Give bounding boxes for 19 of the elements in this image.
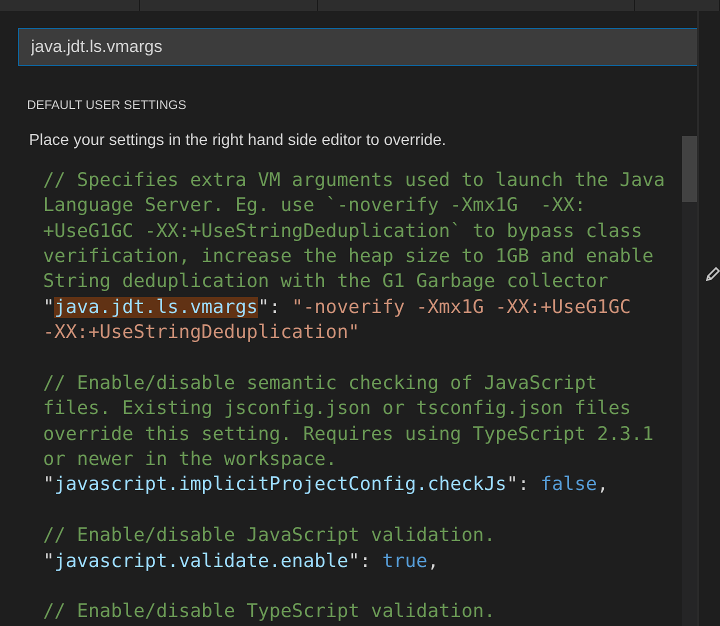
scrollbar-track[interactable] (682, 136, 697, 626)
code-comment: String deduplication with the G1 Garbage collector (43, 270, 610, 294)
code-comment: +UseG1GC -XX:+UseStringDeduplication` to bypass class (43, 220, 644, 244)
scrollbar-thumb[interactable] (682, 136, 697, 202)
code-comment: override this setting. Requires using TypeScript 2.3.1 (43, 422, 655, 447)
code-comment: // Enable/disable semantic checking of JavaScript (43, 372, 598, 396)
code-line: "javascript.validate.enable": true, (43, 550, 440, 574)
pencil-icon[interactable] (705, 266, 720, 282)
code-comment: // Enable/disable JavaScript validation. (43, 524, 496, 548)
code-comment: Language Server. Eg. use `-noverify -Xmx1G -XX: (43, 194, 587, 218)
code-comment: files. Existing jsconfig.json or tsconfig.json files (43, 397, 632, 422)
description-text: Place your settings in the right hand side editor to override. (29, 130, 448, 151)
code-comment: or newer in the workspace. (43, 448, 338, 472)
code-comment: verification, increase the heap size to 1GB and enable (43, 244, 655, 269)
code-comment: // Specifies extra VM arguments used to launch the Java (43, 168, 666, 193)
code-line: "javascript.implicitProjectConfig.checkJs": false, (43, 473, 610, 498)
code-comment: // Enable/disable TypeScript validation. (43, 600, 496, 624)
section-heading: DEFAULT USER SETTINGS (27, 97, 188, 114)
code-line: -XX:+UseStringDeduplication" (43, 321, 361, 346)
